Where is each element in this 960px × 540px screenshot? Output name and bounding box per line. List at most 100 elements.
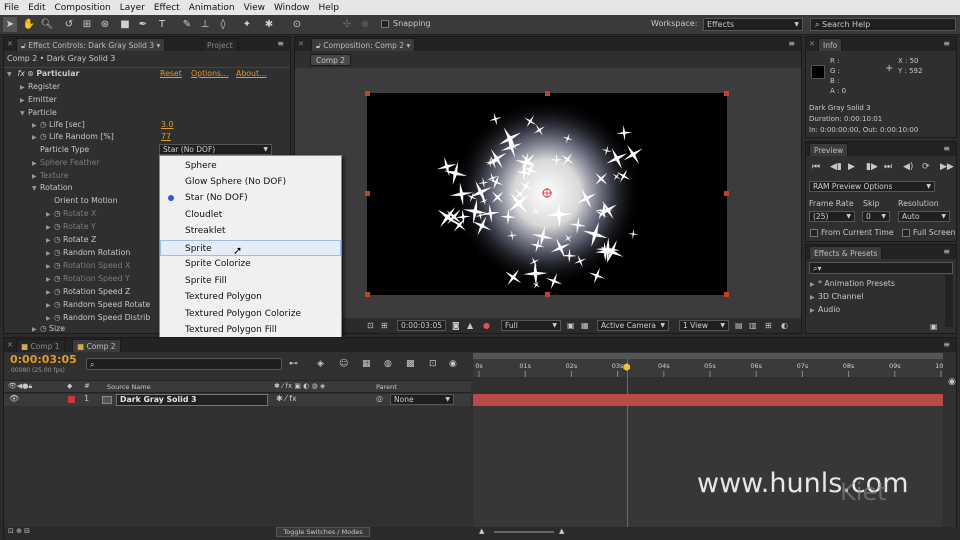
property-rotation-speed-y[interactable]: ▶ ◷ Rotation Speed Y	[46, 273, 130, 285]
collapse-triangle-icon[interactable]: ▶	[46, 300, 54, 312]
axis-mode-icon[interactable]: ⊙	[290, 17, 304, 32]
world-axis-icon[interactable]: ⊕	[358, 17, 372, 32]
skip-select[interactable]: 0 ▼	[862, 211, 890, 222]
close-icon[interactable]: ✕	[298, 40, 304, 48]
effects-scrollbar[interactable]	[945, 275, 953, 327]
life-random-value[interactable]: 77	[161, 131, 171, 143]
exposure-icon[interactable]: ◐	[781, 321, 788, 330]
zoom-out-icon[interactable]: ▲	[479, 527, 484, 535]
tab-menu-chevron-icon[interactable]: ▾	[156, 41, 160, 50]
zoom-in-icon[interactable]: ▲	[559, 527, 564, 535]
menu-composition[interactable]: Composition	[55, 3, 111, 13]
group-emitter[interactable]: ▶ Emitter	[20, 94, 57, 106]
stopwatch-icon[interactable]: ◷	[40, 131, 49, 143]
mute-audio-icon[interactable]: ◀)	[903, 162, 913, 172]
time-ruler[interactable]: 0s01s02s03s04s05s06s07s08s09s10s	[473, 359, 947, 377]
workspace-select[interactable]: Effects ▼	[703, 18, 803, 31]
pickwhip-icon[interactable]: ◎	[376, 394, 383, 403]
pen-tool-icon[interactable]: ✒	[136, 17, 150, 32]
parent-select[interactable]: None ▼	[390, 394, 454, 405]
collapse-triangle-icon[interactable]: ▶	[46, 248, 54, 260]
layer-label-color[interactable]	[68, 396, 75, 403]
close-icon[interactable]: ✕	[7, 341, 13, 349]
first-frame-icon[interactable]: ⏮	[812, 162, 820, 172]
channel-rgb-icon[interactable]: ●	[483, 321, 490, 330]
menu-view[interactable]: View	[244, 3, 265, 13]
play-icon[interactable]: ▶	[848, 162, 855, 172]
particle-type-select[interactable]: Star (No DOF) ▼	[159, 144, 272, 155]
tab-comp-1[interactable]: ■ Comp 1	[16, 339, 65, 352]
effects-search-input[interactable]: ⌕▾	[809, 262, 953, 274]
layer-handle[interactable]	[365, 191, 370, 196]
panel-menu-icon[interactable]: ≡	[943, 39, 950, 48]
search-help-input[interactable]: ⌕ Search Help	[810, 18, 956, 31]
roto-brush-tool-icon[interactable]: ✦	[240, 17, 254, 32]
puppet-tool-icon[interactable]: ✱	[262, 17, 276, 32]
current-time-indicator[interactable]	[626, 359, 628, 527]
new-folder-icon[interactable]: ▣	[930, 322, 938, 331]
rotate-tool-icon[interactable]: ↺	[62, 17, 76, 32]
tab-effect-controls[interactable]: 🔓︎ Effect Controls: Dark Gray Solid 3 ▾	[16, 38, 166, 51]
type-tool-icon[interactable]: T	[155, 17, 169, 32]
collapse-triangle-icon[interactable]: ▶	[46, 261, 54, 273]
menu-item-star[interactable]: Star (No DOF)	[160, 190, 341, 206]
menu-item-cloudlet[interactable]: Cloudlet	[160, 207, 341, 223]
tab-project[interactable]: Project	[202, 38, 238, 51]
menu-item-textured-polygon-colorize[interactable]: Textured Polygon Colorize	[160, 306, 341, 322]
collapse-triangle-icon[interactable]: ▶	[810, 305, 818, 317]
last-frame-icon[interactable]: ⏭	[884, 162, 892, 172]
hide-shy-layers-icon[interactable]: ☺	[339, 359, 348, 369]
clone-stamp-tool-icon[interactable]: ⊥	[198, 17, 212, 32]
menu-item-sprite-fill[interactable]: Sprite Fill	[160, 273, 341, 289]
panel-menu-icon[interactable]: ≡	[788, 39, 795, 48]
hand-tool-icon[interactable]: ✋	[22, 17, 36, 32]
pan-behind-tool-icon[interactable]: ⊛	[98, 17, 112, 32]
group-rotation[interactable]: ▼ Rotation	[32, 182, 73, 194]
previous-frame-icon[interactable]: ◀▮	[830, 162, 842, 172]
effect-header-particular[interactable]: ▼ fx ⊛ Particular	[7, 68, 79, 80]
comp-navigator-tab[interactable]: Comp 2	[310, 54, 352, 66]
menu-item-sphere[interactable]: Sphere	[160, 158, 341, 174]
menu-item-sprite[interactable]: Sprite ➚	[160, 240, 341, 257]
camera-select[interactable]: Active Camera ▼	[597, 320, 669, 331]
property-life[interactable]: ▶ ◷ Life [sec]	[32, 119, 85, 131]
views-select[interactable]: 1 View ▼	[679, 320, 729, 331]
stopwatch-icon[interactable]: ◷	[40, 323, 49, 335]
panel-menu-icon[interactable]: ≡	[943, 144, 950, 153]
playhead-handle-icon[interactable]: ⬢	[623, 363, 631, 373]
visibility-eye-icon[interactable]: 👁︎	[9, 394, 19, 403]
graph-editor-icon[interactable]: ⊡	[429, 359, 437, 369]
snapshot-camera-icon[interactable]: ◙	[452, 321, 460, 330]
expand-panes-icon[interactable]: ⊡ ⊕ ⊟	[8, 527, 30, 535]
layer-row[interactable]: 👁︎ 1 Dark Gray Solid 3 ✱ ⁄ fx ◎ None ▼	[4, 394, 471, 406]
current-time-field[interactable]: 0:00:03:05	[397, 320, 446, 331]
flowchart-icon[interactable]: ⊞	[765, 321, 772, 330]
timeline-timecode[interactable]: 0:00:03:05	[10, 353, 77, 366]
group-particle[interactable]: ▼ Particle	[20, 107, 57, 119]
region-of-interest-icon[interactable]: ⊡	[367, 321, 374, 330]
expand-triangle-icon[interactable]: ▼	[32, 183, 40, 195]
comp-mini-flowchart-icon[interactable]: ⊷	[289, 359, 298, 369]
collapse-triangle-icon[interactable]: ▶	[46, 209, 54, 221]
options-link[interactable]: Options...	[191, 68, 229, 80]
tab-effects-presets[interactable]: Effects & Presets	[809, 246, 883, 259]
panel-menu-icon[interactable]: ≡	[943, 340, 950, 349]
layer-handle[interactable]	[365, 292, 370, 297]
layer-switches-icon[interactable]: ✱ ⁄ fx	[276, 394, 297, 403]
collapse-triangle-icon[interactable]: ▶	[810, 292, 818, 304]
toggle-switches-modes-button[interactable]: Toggle Switches / Modes	[276, 527, 370, 537]
stopwatch-icon[interactable]: ◷	[54, 273, 63, 285]
life-value[interactable]: 3.0	[161, 119, 173, 131]
full-screen-checkbox[interactable]	[902, 229, 910, 237]
preset-3d-channel[interactable]: ▶ 3D Channel	[810, 291, 863, 303]
menu-item-sprite-colorize[interactable]: Sprite Colorize	[160, 256, 341, 272]
zoom-slider[interactable]	[494, 531, 554, 533]
menu-layer[interactable]: Layer	[120, 3, 145, 13]
layer-name[interactable]: Dark Gray Solid 3	[116, 394, 268, 406]
fx-icon[interactable]: fx	[17, 69, 24, 78]
eraser-tool-icon[interactable]: ◊	[216, 17, 230, 32]
layer-handle[interactable]	[365, 91, 370, 96]
property-life-random[interactable]: ▶ ◷ Life Random [%]	[32, 131, 114, 143]
parent-header[interactable]: Parent	[376, 383, 397, 391]
timeline-icon[interactable]: ▥	[749, 321, 757, 330]
